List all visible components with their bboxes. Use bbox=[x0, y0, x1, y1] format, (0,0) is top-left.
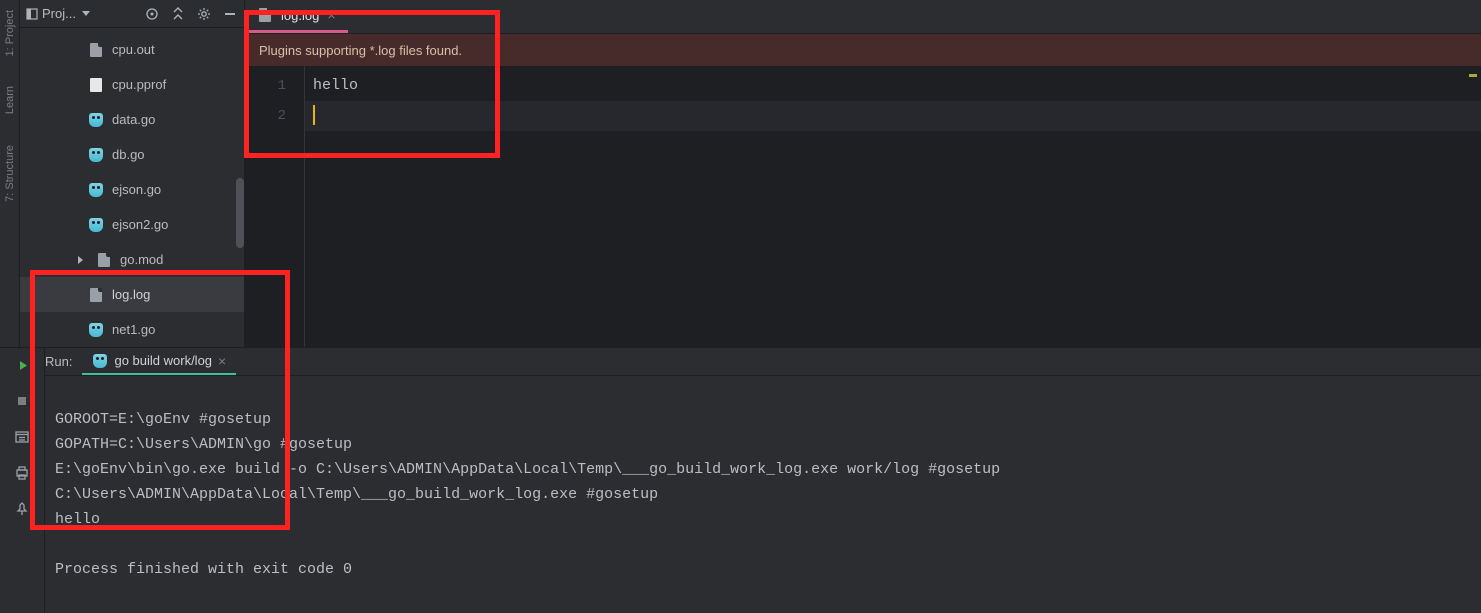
close-icon[interactable]: × bbox=[218, 353, 226, 369]
editor-tab-log[interactable]: log.log × bbox=[245, 0, 348, 33]
file-label: ejson.go bbox=[112, 182, 161, 197]
code-area[interactable]: hello bbox=[305, 66, 1481, 347]
file-label: cpu.pprof bbox=[112, 77, 166, 92]
notification-text: Plugins supporting *.log files found. bbox=[259, 43, 462, 58]
go-file-icon bbox=[88, 322, 104, 338]
line-number: 1 bbox=[245, 71, 304, 101]
rail-structure[interactable]: 7: Structure bbox=[4, 145, 16, 202]
hide-icon[interactable] bbox=[222, 6, 238, 22]
chevron-down-icon[interactable] bbox=[80, 8, 92, 20]
chevron-right-icon[interactable] bbox=[72, 252, 88, 268]
select-opened-file-icon[interactable] bbox=[144, 6, 160, 22]
rail-learn[interactable]: Learn bbox=[4, 86, 16, 114]
project-dropdown-label[interactable]: Proj... bbox=[42, 6, 76, 21]
file-label: data.go bbox=[112, 112, 155, 127]
console-output[interactable]: GOROOT=E:\goEnv #gosetup GOPATH=C:\Users… bbox=[45, 376, 1481, 613]
collapse-all-icon[interactable] bbox=[170, 6, 186, 22]
go-file-icon bbox=[88, 147, 104, 163]
file-label: net1.go bbox=[112, 322, 155, 337]
line-number: 2 bbox=[245, 101, 304, 131]
file-icon bbox=[88, 287, 104, 303]
console-line: GOPATH=C:\Users\ADMIN\go #gosetup bbox=[55, 436, 352, 453]
console-line: C:\Users\ADMIN\AppData\Local\Temp\___go_… bbox=[55, 486, 658, 503]
editor-marker-track[interactable] bbox=[1467, 66, 1479, 347]
run-panel: Run: go build work/log × GOROOT=E:\goEnv… bbox=[0, 347, 1481, 613]
tool-window-rail: 1: Project Learn 7: Structure bbox=[0, 0, 20, 347]
go-file-icon bbox=[92, 353, 108, 369]
gear-icon[interactable] bbox=[196, 6, 212, 22]
stop-icon[interactable] bbox=[13, 392, 31, 410]
project-view-icon bbox=[26, 8, 38, 20]
file-icon bbox=[96, 252, 112, 268]
go-file-icon bbox=[88, 112, 104, 128]
console-line: E:\goEnv\bin\go.exe build -o C:\Users\AD… bbox=[55, 461, 1000, 478]
console-line: GOROOT=E:\goEnv #gosetup bbox=[55, 411, 271, 428]
editor-tab-label: log.log bbox=[281, 8, 319, 23]
line-gutter: 1 2 bbox=[245, 66, 305, 347]
tree-scrollbar[interactable] bbox=[236, 178, 244, 248]
plugin-notification[interactable]: Plugins supporting *.log files found. bbox=[245, 34, 1481, 66]
file-label: go.mod bbox=[120, 252, 163, 267]
file-item-db-go[interactable]: db.go bbox=[20, 137, 244, 172]
file-item-data-go[interactable]: data.go bbox=[20, 102, 244, 137]
file-item-cpu-pprof[interactable]: cpu.pprof bbox=[20, 67, 244, 102]
file-item-ejson2-go[interactable]: ejson2.go bbox=[20, 207, 244, 242]
run-tab[interactable]: go build work/log × bbox=[82, 348, 236, 375]
file-label: db.go bbox=[112, 147, 145, 162]
text-caret bbox=[313, 105, 315, 125]
code-line-2[interactable] bbox=[305, 101, 1481, 131]
console-line: Process finished with exit code 0 bbox=[55, 561, 352, 578]
warning-marker[interactable] bbox=[1469, 74, 1477, 77]
file-icon bbox=[88, 42, 104, 58]
go-file-icon bbox=[88, 217, 104, 233]
run-tab-label: go build work/log bbox=[114, 353, 212, 368]
rerun-icon[interactable] bbox=[13, 356, 31, 374]
print-icon[interactable] bbox=[13, 464, 31, 482]
rail-project[interactable]: 1: Project bbox=[4, 10, 16, 56]
editor-tab-bar: log.log × bbox=[245, 0, 1481, 34]
editor-area: log.log × Plugins supporting *.log files… bbox=[245, 0, 1481, 347]
file-item-go-mod[interactable]: go.mod bbox=[20, 242, 244, 277]
pin-icon[interactable] bbox=[13, 500, 31, 518]
file-label: log.log bbox=[112, 287, 150, 302]
file-item-net1-go[interactable]: net1.go bbox=[20, 312, 244, 347]
run-header: Run: go build work/log × bbox=[45, 348, 1481, 376]
project-sidebar: Proj... bbox=[20, 0, 245, 347]
run-label: Run: bbox=[45, 354, 82, 369]
layout-icon[interactable] bbox=[13, 428, 31, 446]
code-line-1[interactable]: hello bbox=[305, 71, 1481, 101]
file-item-log-log[interactable]: log.log bbox=[20, 277, 244, 312]
file-icon bbox=[257, 7, 273, 23]
file-tree[interactable]: cpu.out cpu.pprof data.go db.go ejson.go bbox=[20, 28, 244, 347]
console-line: hello bbox=[55, 511, 100, 528]
close-icon[interactable]: × bbox=[327, 7, 335, 23]
go-file-icon bbox=[88, 182, 104, 198]
editor-body[interactable]: 1 2 hello bbox=[245, 66, 1481, 347]
file-label: ejson2.go bbox=[112, 217, 168, 232]
project-header: Proj... bbox=[20, 0, 244, 28]
file-item-cpu-out[interactable]: cpu.out bbox=[20, 32, 244, 67]
run-toolbar bbox=[0, 348, 45, 613]
file-item-ejson-go[interactable]: ejson.go bbox=[20, 172, 244, 207]
file-icon bbox=[88, 77, 104, 93]
file-label: cpu.out bbox=[112, 42, 155, 57]
run-content: Run: go build work/log × GOROOT=E:\goEnv… bbox=[45, 348, 1481, 613]
